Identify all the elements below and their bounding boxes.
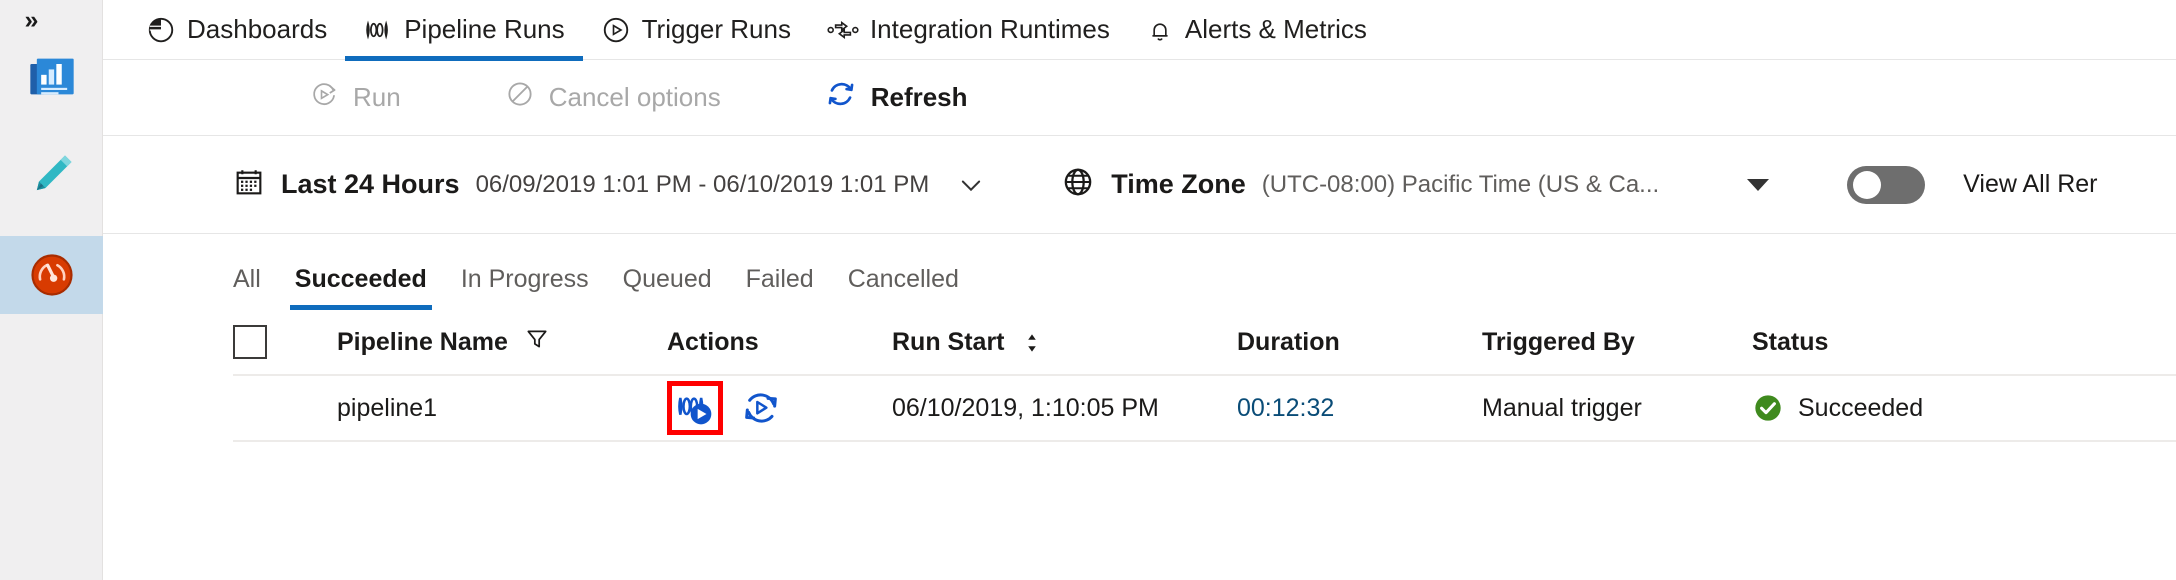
- left-rail: »: [0, 0, 103, 580]
- row-duration: 00:12:32: [1237, 394, 1482, 423]
- date-range-picker[interactable]: Last 24 Hours 06/09/2019 1:01 PM - 06/10…: [233, 166, 985, 203]
- column-actions-label: Actions: [667, 327, 759, 356]
- timezone-value: (UTC-08:00) Pacific Time (US & Ca...: [1261, 170, 1660, 198]
- status-tab-in-progress[interactable]: In Progress: [444, 265, 606, 310]
- filter-bar: Last 24 Hours 06/09/2019 1:01 PM - 06/10…: [103, 136, 2176, 234]
- main-panel: Dashboards Pipeline Runs Trigger Runs In…: [103, 0, 2176, 580]
- date-range-label: Last 24 Hours: [281, 169, 460, 199]
- column-triggered-by[interactable]: Triggered By: [1482, 328, 1752, 357]
- bell-icon: [1146, 15, 1174, 45]
- row-actions-cell: [667, 381, 892, 435]
- play-circle-icon: [601, 15, 631, 45]
- tab-dashboards-label: Dashboards: [187, 14, 328, 44]
- timezone-dropdown-arrow-icon[interactable]: [1747, 178, 1770, 191]
- table-row[interactable]: pipeline1 06/10/2019, 1:10:05 PM 00:12:3…: [103, 376, 2176, 440]
- tab-trigger-runs-label: Trigger Runs: [641, 14, 791, 44]
- status-tab-queued[interactable]: Queued: [606, 265, 729, 310]
- tab-trigger-runs[interactable]: Trigger Runs: [583, 0, 809, 60]
- app-root: » Dashboards Pipeline Runs Trigger Runs …: [0, 0, 2176, 580]
- column-triggered-by-label: Triggered By: [1482, 327, 1635, 356]
- run-button[interactable]: Run: [293, 72, 417, 124]
- row-triggered-by: Manual trigger: [1482, 393, 1642, 422]
- tab-integration-runtimes-label: Integration Runtimes: [869, 14, 1110, 44]
- view-activity-runs-icon[interactable]: [667, 381, 723, 435]
- tab-pipeline-runs-label: Pipeline Runs: [404, 14, 565, 44]
- integration-runtime-icon: [827, 15, 859, 45]
- tab-integration-runtimes[interactable]: Integration Runtimes: [809, 0, 1128, 60]
- pie-chart-icon: [146, 15, 176, 45]
- timezone-label: Time Zone: [1111, 169, 1246, 199]
- tab-alerts-metrics-label: Alerts & Metrics: [1184, 14, 1367, 44]
- command-toolbar: Run Cancel options Refresh: [103, 60, 2176, 136]
- column-status[interactable]: Status: [1752, 328, 2176, 357]
- status-tab-failed[interactable]: Failed: [729, 265, 831, 310]
- tab-dashboards[interactable]: Dashboards: [128, 0, 345, 60]
- column-duration[interactable]: Duration: [1237, 328, 1482, 357]
- status-filter-tabs: All Succeeded In Progress Queued Failed …: [103, 234, 2176, 310]
- table-header-row: Pipeline Name Actions Run Start Duration…: [103, 310, 2176, 374]
- column-status-label: Status: [1752, 327, 1829, 356]
- sort-icon[interactable]: [1023, 330, 1041, 356]
- refresh-icon: [825, 78, 857, 117]
- refresh-button-label: Refresh: [870, 82, 968, 112]
- date-range-value: 06/09/2019 1:01 PM - 06/10/2019 1:01 PM: [475, 170, 930, 198]
- view-all-runs-label: View All Rer: [1963, 170, 2098, 198]
- gauge-icon: [26, 249, 78, 301]
- table-row-divider: [233, 440, 2176, 442]
- status-tab-succeeded[interactable]: Succeeded: [278, 265, 444, 310]
- row-status-label: Succeeded: [1798, 393, 1924, 422]
- row-run-start: 06/10/2019, 1:10:05 PM: [892, 393, 1159, 422]
- tab-pipeline-runs[interactable]: Pipeline Runs: [345, 0, 584, 61]
- row-pipeline-name: pipeline1: [337, 393, 438, 422]
- tab-alerts-metrics[interactable]: Alerts & Metrics: [1128, 0, 1385, 60]
- column-actions: Actions: [667, 328, 892, 357]
- column-pipeline-name-label: Pipeline Name: [337, 327, 508, 356]
- run-icon: [309, 79, 339, 116]
- cancel-icon: [505, 79, 535, 116]
- success-check-icon: [1752, 392, 1784, 424]
- toggle-knob: [1853, 170, 1882, 199]
- rail-item-author[interactable]: [0, 136, 103, 214]
- rail-item-home[interactable]: [0, 38, 103, 116]
- run-button-label: Run: [353, 82, 401, 112]
- globe-icon: [1061, 165, 1095, 204]
- filter-icon[interactable]: [524, 326, 550, 359]
- view-all-runs-toggle-group[interactable]: View All Rer: [1847, 165, 2098, 204]
- pipeline-runs-table: Pipeline Name Actions Run Start Duration…: [103, 310, 2176, 442]
- row-status: Succeeded: [1752, 392, 2176, 424]
- pipeline-icon: [363, 15, 393, 45]
- column-pipeline-name[interactable]: Pipeline Name: [337, 326, 667, 359]
- column-run-start-label: Run Start: [892, 327, 1005, 356]
- rail-item-monitor[interactable]: [0, 236, 103, 314]
- status-tab-cancelled[interactable]: Cancelled: [831, 265, 976, 310]
- expand-rail-button[interactable]: »: [8, 2, 52, 38]
- cancel-options-button[interactable]: Cancel options: [489, 72, 737, 124]
- select-all-checkbox[interactable]: [233, 325, 267, 359]
- cancel-options-button-label: Cancel options: [548, 82, 721, 112]
- select-all-cell[interactable]: [233, 325, 337, 359]
- column-run-start[interactable]: Run Start: [892, 328, 1237, 357]
- column-duration-label: Duration: [1237, 327, 1340, 356]
- view-all-runs-toggle[interactable]: [1847, 165, 1926, 204]
- timezone-picker[interactable]: Time Zone (UTC-08:00) Pacific Time (US &…: [1061, 165, 1770, 204]
- calendar-icon: [233, 166, 265, 203]
- chevron-down-icon[interactable]: [957, 171, 985, 199]
- pencil-icon: [26, 149, 78, 201]
- rerun-icon[interactable]: [741, 388, 781, 428]
- status-tab-all[interactable]: All: [233, 265, 278, 310]
- row-duration-value: 00:12:32: [1237, 393, 1335, 422]
- top-nav-tabs: Dashboards Pipeline Runs Trigger Runs In…: [103, 0, 2176, 61]
- refresh-button[interactable]: Refresh: [809, 72, 984, 124]
- dashboard-tile-icon: [26, 51, 78, 103]
